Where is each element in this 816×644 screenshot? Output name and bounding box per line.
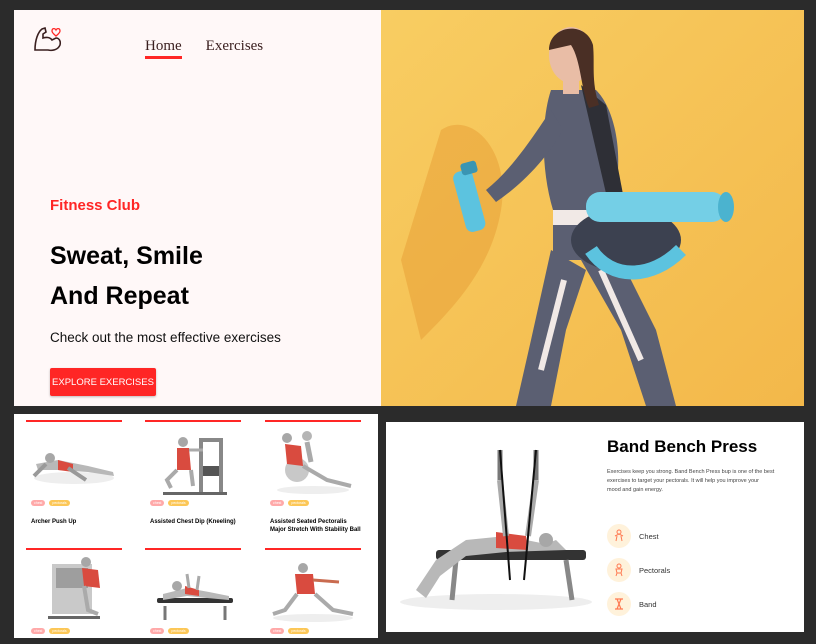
equipment-icon	[607, 592, 631, 616]
stat-target: Pectorals	[607, 558, 670, 582]
nav-exercises-link[interactable]: Exercises	[206, 38, 263, 59]
tag-body-part[interactable]: chest	[270, 628, 285, 634]
exercise-illustration	[163, 437, 227, 495]
tag-target[interactable]: pectorals	[288, 628, 309, 634]
description-line: Exercises keep you strong. Band Bench Pr…	[607, 469, 775, 475]
exercise-card[interactable]: chest pectorals	[26, 548, 122, 638]
exercise-illustration	[157, 573, 233, 620]
stat-label: Chest	[639, 531, 659, 541]
top-nav: Home Exercises	[145, 38, 263, 59]
target-icon	[607, 558, 631, 582]
tag-body-part[interactable]: chest	[31, 628, 46, 634]
description-line: exercises to target your pectorals. It w…	[607, 478, 759, 484]
card-title: Archer Push Up	[31, 519, 77, 525]
hero-section: Home Exercises Fitness Club Sweat, Smile…	[14, 10, 804, 406]
tag-body-part[interactable]: chest	[270, 500, 285, 506]
card-tags: chest pectorals	[150, 500, 189, 506]
exercise-illustration	[32, 453, 114, 484]
hero-kicker: Fitness Club	[50, 197, 141, 214]
tag-target[interactable]: pectorals	[168, 628, 189, 634]
exercise-card[interactable]: chest pectorals	[145, 548, 241, 638]
stat-equipment: Band	[607, 592, 657, 616]
hero-headline: Sweat, Smile And Repeat	[50, 236, 350, 316]
exercise-illustration	[277, 431, 352, 494]
exercise-detail-illustration	[400, 449, 592, 610]
headline-line-1: Sweat, Smile	[50, 242, 203, 270]
logo-arm-heart-icon[interactable]	[32, 24, 64, 56]
explore-exercises-button[interactable]: EXPLORE EXERCISES	[50, 368, 156, 396]
exercise-detail: Band Bench Press Exercises keep you stro…	[386, 422, 804, 632]
exercise-illustration	[272, 563, 354, 622]
detail-description: Exercises keep you strong. Band Bench Pr…	[607, 468, 787, 495]
exercise-card[interactable]: chest pectorals Assisted Seated Pectoral…	[265, 420, 361, 533]
stat-label: Band	[639, 599, 657, 609]
card-title: Assisted Chest Dip (Kneeling)	[150, 519, 236, 525]
detail-title: Band Bench Press	[607, 437, 758, 456]
tag-target[interactable]: pectorals	[288, 500, 309, 506]
tag-target[interactable]: pectorals	[49, 628, 70, 634]
tag-body-part[interactable]: chest	[31, 500, 46, 506]
card-tags: chest pectorals	[31, 500, 70, 506]
stat-body-part: Chest	[607, 524, 659, 548]
card-tags: chest pectorals	[31, 628, 70, 634]
exercise-grid: chest pectorals Archer Push Up chest pec…	[14, 414, 378, 638]
stat-label: Pectorals	[639, 565, 671, 575]
card-title: Assisted Seated Pectoralis Major Stretch…	[270, 519, 361, 533]
exercise-card[interactable]: chest pectorals Assisted Chest Dip (Knee…	[145, 420, 241, 525]
card-tags: chest pectorals	[270, 500, 309, 506]
description-line: mood and gain energy.	[607, 487, 663, 493]
body-part-icon	[607, 524, 631, 548]
tag-body-part[interactable]: chest	[150, 628, 165, 634]
nav-home-link[interactable]: Home	[145, 38, 182, 59]
tag-body-part[interactable]: chest	[150, 500, 165, 506]
hero-athlete-image	[381, 10, 804, 406]
tag-target[interactable]: pectorals	[49, 500, 70, 506]
card-tags: chest pectorals	[270, 628, 309, 634]
hero-subline: Check out the most effective exercises	[50, 330, 281, 345]
exercise-card[interactable]: chest pectorals Archer Push Up	[26, 420, 122, 525]
exercise-illustration	[48, 557, 100, 619]
card-tags: chest pectorals	[150, 628, 189, 634]
tag-target[interactable]: pectorals	[168, 500, 189, 506]
headline-line-2: And Repeat	[50, 282, 189, 310]
exercise-card[interactable]: chest pectorals	[265, 548, 361, 638]
